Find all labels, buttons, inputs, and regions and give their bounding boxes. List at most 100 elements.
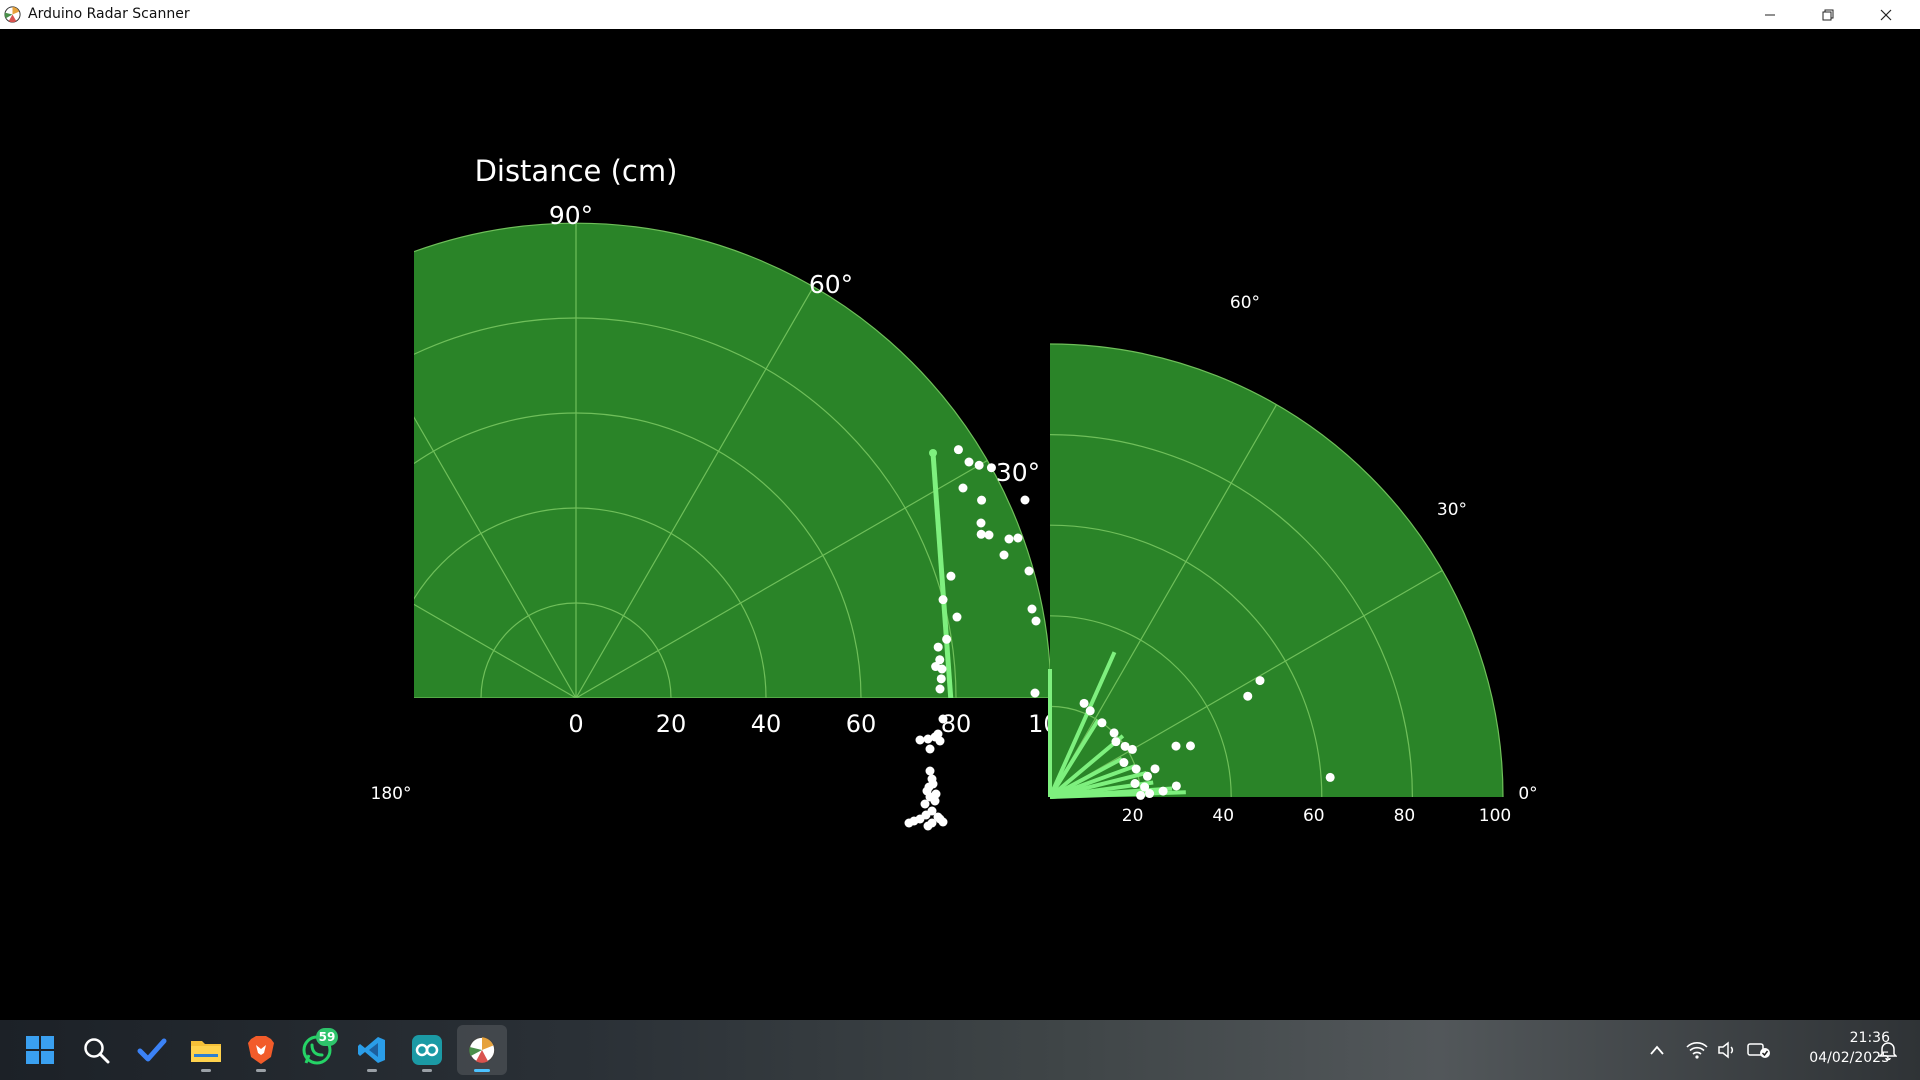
vscode-button[interactable] — [347, 1025, 397, 1075]
running-indicator — [367, 1069, 377, 1072]
running-indicator — [256, 1069, 266, 1072]
data-point — [1109, 728, 1119, 738]
close-button[interactable] — [1857, 0, 1915, 29]
r-tick-label: 20 — [1122, 806, 1144, 826]
theta-tick-label: 60° — [809, 270, 853, 299]
data-point — [1140, 782, 1150, 792]
running-indicator — [422, 1069, 432, 1072]
todo-app-button[interactable] — [127, 1025, 177, 1075]
data-point — [938, 595, 948, 605]
data-point — [1085, 706, 1095, 716]
speaker-icon — [1718, 1041, 1734, 1059]
wifi-button[interactable] — [1682, 1020, 1712, 1080]
restore-icon — [1822, 9, 1834, 20]
plot1-r-labels: 020406080100 — [568, 710, 1074, 738]
active-indicator — [474, 1069, 490, 1072]
data-point — [1158, 786, 1168, 796]
polar-plot-right — [1048, 343, 1504, 800]
sweep-tip — [929, 449, 937, 457]
lion-shield-icon — [248, 1036, 274, 1064]
data-point — [1142, 771, 1152, 781]
checkmark-icon — [137, 1038, 167, 1062]
data-point — [1111, 737, 1121, 747]
infinity-icon — [412, 1035, 442, 1065]
file-explorer-button[interactable] — [181, 1025, 231, 1075]
data-point — [1131, 764, 1141, 774]
data-point — [923, 734, 933, 744]
data-point — [974, 460, 984, 470]
data-point — [999, 550, 1009, 560]
plot2-background — [1050, 344, 1503, 797]
vscode-icon — [358, 1037, 385, 1063]
brave-browser-button[interactable] — [236, 1025, 286, 1075]
r-tick-label: 60 — [1303, 806, 1325, 826]
data-point — [935, 655, 945, 665]
data-point — [986, 463, 996, 473]
whatsapp-badge: 59 — [316, 1028, 338, 1046]
data-point — [958, 483, 968, 493]
plot-canvas: Distance (cm) 0 20 40 60 80 100 30° 60° 90° 20 4… — [0, 29, 1920, 1020]
theta-tick-label: 90° — [549, 201, 593, 230]
windows-logo-icon — [26, 1036, 54, 1064]
theta-tick-label: 180° — [371, 784, 412, 804]
running-indicator — [201, 1069, 211, 1072]
volume-button[interactable] — [1713, 1020, 1741, 1080]
r-tick-label: 80 — [1394, 806, 1416, 826]
radar-figure: Distance (cm) 0 20 40 60 80 100 30° 60° 90° 20 4… — [371, 154, 1538, 831]
data-point — [977, 495, 987, 505]
data-point — [952, 612, 962, 622]
data-point — [976, 529, 986, 539]
r-tick-label: 20 — [656, 710, 687, 738]
folder-icon — [191, 1041, 221, 1062]
data-point — [1325, 772, 1335, 782]
data-point — [1004, 534, 1014, 544]
data-point — [904, 818, 914, 828]
minimize-button[interactable] — [1741, 0, 1799, 29]
data-point — [1185, 741, 1195, 751]
data-point — [938, 817, 948, 827]
search-icon — [84, 1038, 110, 1064]
data-point — [925, 744, 935, 754]
data-point — [1150, 764, 1160, 774]
r-tick-label: 40 — [1212, 806, 1234, 826]
data-point — [915, 735, 925, 745]
data-point — [953, 445, 963, 455]
radar-app-icon — [468, 1036, 496, 1064]
notification-button[interactable] — [1873, 1020, 1903, 1080]
data-point — [922, 786, 932, 796]
minimize-icon — [1765, 14, 1775, 15]
network-icon — [1747, 1043, 1770, 1058]
r-tick-label: 40 — [751, 710, 782, 738]
theta-tick-label: 30° — [996, 458, 1040, 487]
data-point — [931, 789, 941, 799]
taskbar: 59 21:36 04/02/2025 — [0, 1020, 1920, 1080]
search-button[interactable] — [71, 1025, 121, 1075]
data-point — [1024, 566, 1034, 576]
data-point — [1255, 676, 1265, 686]
theta-tick-label: 60° — [1230, 293, 1260, 313]
restore-button[interactable] — [1799, 0, 1857, 29]
data-point — [925, 766, 935, 776]
data-point — [936, 674, 946, 684]
r-tick-label: 100 — [1479, 806, 1511, 826]
data-point — [1136, 790, 1146, 800]
arduino-ide-button[interactable] — [402, 1025, 452, 1075]
data-point — [920, 799, 930, 809]
network-status-button[interactable] — [1744, 1020, 1774, 1080]
show-hidden-icons-button[interactable] — [1645, 1020, 1669, 1080]
data-point — [923, 821, 933, 831]
chevron-up-icon — [1650, 1045, 1664, 1055]
whatsapp-button[interactable]: 59 — [292, 1025, 342, 1075]
data-point — [976, 518, 986, 528]
data-point — [1013, 533, 1023, 543]
r-tick-label: 80 — [941, 710, 972, 738]
radar-app-button[interactable] — [457, 1025, 507, 1075]
data-point — [942, 634, 952, 644]
data-point — [1171, 781, 1181, 791]
data-point — [964, 457, 974, 467]
data-point — [1097, 718, 1107, 728]
close-icon — [1880, 9, 1892, 20]
start-button[interactable] — [15, 1025, 65, 1075]
data-point — [937, 664, 947, 674]
r-tick-label: 60 — [846, 710, 877, 738]
